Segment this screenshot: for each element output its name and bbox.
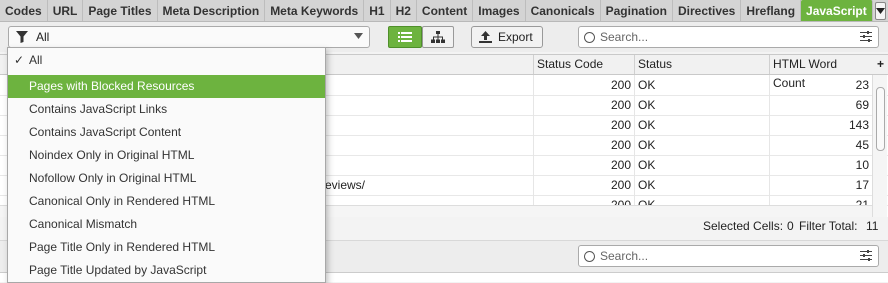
tab-overflow-button[interactable]: [874, 2, 886, 20]
filter-option-noindex-original[interactable]: Noindex Only in Original HTML: [8, 144, 325, 167]
tab-meta-description[interactable]: Meta Description: [158, 0, 266, 21]
search-options-icon[interactable]: [860, 31, 872, 42]
option-label: Pages with Blocked Resources: [29, 79, 195, 93]
tab-page-titles[interactable]: Page Titles: [83, 0, 158, 21]
option-label: Contains JavaScript Links: [29, 102, 168, 116]
search-options-icon[interactable]: [860, 250, 872, 261]
tab-javascript[interactable]: JavaScript: [801, 0, 873, 21]
list-icon: [398, 32, 412, 42]
search-icon: [584, 31, 595, 43]
filter-option-canonical-mismatch[interactable]: Canonical Mismatch: [8, 213, 325, 236]
cell-word-count: 17: [769, 175, 872, 195]
cell-status-code: 200: [533, 175, 634, 195]
chevron-down-icon: [875, 8, 885, 14]
scrollbar-thumb[interactable]: [876, 87, 885, 151]
option-label: Page Title Updated by JavaScript: [29, 263, 207, 277]
vertical-scrollbar[interactable]: [872, 75, 887, 218]
cell-word-count: 45: [769, 135, 872, 155]
filter-option-js-content[interactable]: Contains JavaScript Content: [8, 121, 325, 144]
add-column-icon[interactable]: +: [877, 55, 884, 74]
cell-status-code: 200: [533, 115, 634, 135]
tree-view-button[interactable]: [422, 26, 454, 48]
tab-images[interactable]: Images: [473, 0, 526, 21]
cell-status-code: 200: [533, 135, 634, 155]
tab-pagination[interactable]: Pagination: [601, 0, 673, 21]
filter-value: All: [36, 30, 50, 44]
checkmark-icon: ✓: [14, 53, 25, 67]
option-label: Page Title Only in Rendered HTML: [29, 240, 216, 254]
list-view-button[interactable]: [388, 26, 422, 48]
cell-word-count: 23: [769, 75, 872, 95]
tab-canonicals[interactable]: Canonicals: [526, 0, 601, 21]
option-label: Canonical Mismatch: [29, 217, 138, 231]
cell-status: OK: [634, 155, 769, 175]
tab-bar: Codes URL Page Titles Meta Description M…: [0, 0, 888, 22]
option-label: Canonical Only in Rendered HTML: [29, 194, 216, 208]
filter-option-nofollow-original[interactable]: Nofollow Only in Original HTML: [8, 167, 325, 190]
export-label: Export: [498, 30, 533, 44]
column-header-word-count[interactable]: HTML Word Count: [769, 55, 872, 90]
search-input[interactable]: Search...: [578, 26, 879, 48]
tree-icon: [431, 31, 445, 43]
tab-meta-keywords[interactable]: Meta Keywords: [265, 0, 365, 21]
option-label: Contains JavaScript Content: [29, 125, 182, 139]
filter-total-label: Filter Total:: [799, 219, 858, 233]
column-header-status[interactable]: Status: [634, 55, 769, 74]
cell-status-code: 200: [533, 155, 634, 175]
export-button[interactable]: Export: [471, 26, 543, 48]
cell-status-code: 200: [533, 95, 634, 115]
cell-status: OK: [634, 95, 769, 115]
tab-content[interactable]: Content: [417, 0, 474, 21]
column-header-status-code[interactable]: Status Code: [533, 55, 634, 74]
filter-option-all[interactable]: ✓ All: [8, 49, 325, 72]
filter-total-value: 11: [866, 219, 879, 233]
filter-option-title-rendered[interactable]: Page Title Only in Rendered HTML: [8, 236, 325, 259]
option-label: Nofollow Only in Original HTML: [29, 171, 197, 185]
filter-option-canonical-rendered[interactable]: Canonical Only in Rendered HTML: [8, 190, 325, 213]
filter-option-js-links[interactable]: Contains JavaScript Links: [8, 98, 325, 121]
tab-hreflang[interactable]: Hreflang: [741, 0, 802, 21]
filter-option-blocked-resources[interactable]: Pages with Blocked Resources: [8, 75, 325, 98]
tab-url[interactable]: URL: [48, 0, 84, 21]
cell-status: OK: [634, 75, 769, 95]
search-placeholder: Search...: [600, 30, 649, 44]
search-icon: [584, 250, 595, 262]
cell-status: OK: [634, 175, 769, 195]
cell-word-count: 69: [769, 95, 872, 115]
search-placeholder: Search...: [600, 249, 649, 263]
selected-cells-label: Selected Cells:: [703, 219, 784, 233]
filter-dropdown-menu: ✓ All Pages with Blocked Resources Conta…: [7, 47, 326, 283]
tab-h1[interactable]: H1: [364, 0, 391, 21]
cell-word-count: 10: [769, 155, 872, 175]
cell-status: OK: [634, 135, 769, 155]
cell-status: OK: [634, 115, 769, 135]
filter-icon: [16, 31, 28, 43]
lower-search-input[interactable]: Search...: [578, 245, 879, 267]
tab-directives[interactable]: Directives: [673, 0, 742, 21]
tab-codes[interactable]: Codes: [0, 0, 48, 21]
cell-status-code: 200: [533, 75, 634, 95]
tab-h2[interactable]: H2: [391, 0, 417, 21]
filter-option-title-updated[interactable]: Page Title Updated by JavaScript: [8, 259, 325, 282]
filter-dropdown[interactable]: All: [8, 26, 370, 48]
selected-cells-value: 0: [787, 219, 794, 233]
option-label: Noindex Only in Original HTML: [29, 148, 195, 162]
chevron-down-icon: [354, 33, 363, 39]
upload-icon: [479, 31, 492, 43]
option-label: All: [29, 53, 43, 67]
cell-word-count: 143: [769, 115, 872, 135]
